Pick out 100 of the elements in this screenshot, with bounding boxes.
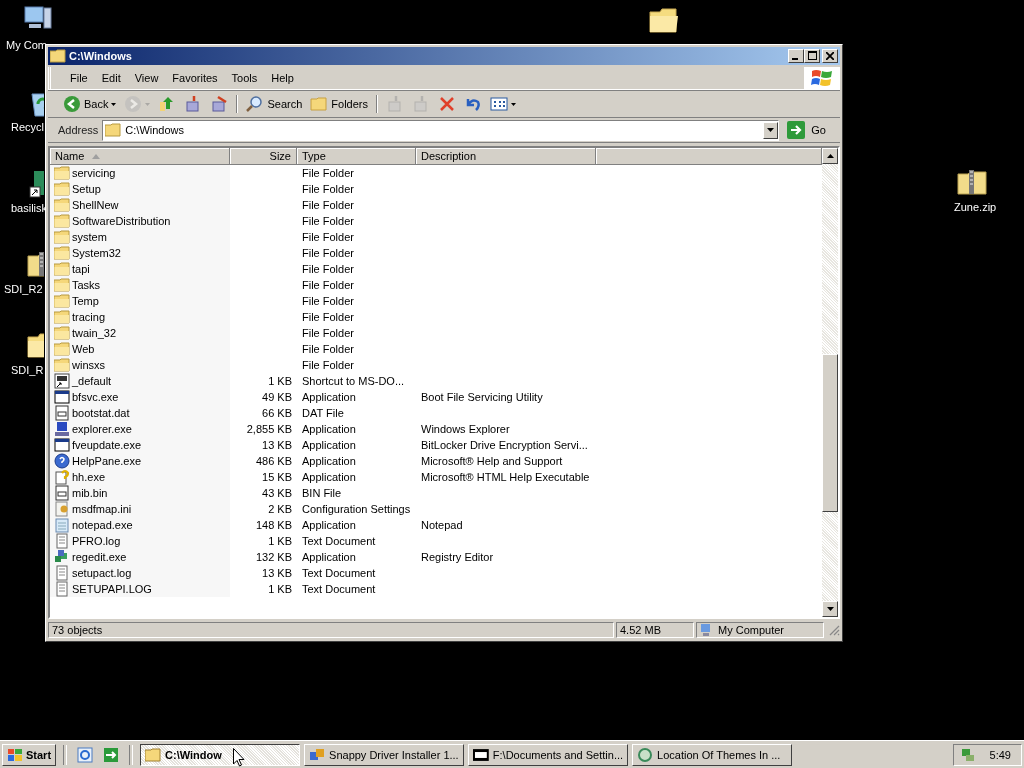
folder-icon [54, 325, 70, 341]
file-type: Application [302, 439, 356, 451]
caret-icon [145, 102, 151, 106]
minimize-button[interactable] [788, 49, 804, 63]
desktop-icon-label: SDI_R2 [4, 283, 43, 295]
taskbar-button[interactable]: Location Of Themes In ... [632, 743, 793, 766]
file-type: File Folder [302, 247, 354, 259]
column-header[interactable]: Description [416, 148, 596, 165]
puzzle-icon [309, 746, 326, 763]
file-size: 486 KB [255, 455, 292, 467]
folder-arrow-icon [210, 95, 229, 113]
file-size: 1 KB [268, 375, 292, 387]
file-name[interactable]: Setup [72, 183, 101, 195]
file-type: File Folder [302, 167, 354, 179]
file-name[interactable]: system [72, 231, 107, 243]
folder-icon [54, 357, 70, 373]
menu-item[interactable]: Tools [224, 72, 265, 84]
column-header[interactable]: Type [297, 148, 416, 165]
file-description: Microsoft® HTML Help Executable [421, 471, 590, 483]
file-size: 2,855 KB [246, 423, 292, 435]
folder-icon [50, 49, 66, 63]
file-type: File Folder [302, 215, 354, 227]
file-type: Application [302, 519, 356, 531]
menu-item[interactable]: Favorites [165, 72, 225, 84]
file-name[interactable]: tracing [72, 311, 106, 323]
file-type: Application [302, 391, 356, 403]
notepad-icon [54, 517, 70, 533]
resize-grip-icon[interactable] [828, 624, 840, 636]
folder-icon [145, 746, 162, 763]
folder-icon [310, 95, 329, 113]
file-size: 13 KB [262, 439, 292, 451]
desktop-icon-label: SDI_R [11, 364, 44, 376]
column-header[interactable]: Name [50, 148, 230, 165]
file-name[interactable]: hh.exe [72, 471, 106, 483]
taskbar-button[interactable]: F:\Documents and Settin... [468, 743, 629, 766]
file-type: Shortcut to MS-DO... [302, 375, 405, 387]
file-name[interactable]: _default [72, 375, 112, 387]
file-size: 148 KB [255, 519, 292, 531]
windows-flag-icon [7, 747, 23, 762]
address-field[interactable]: C:\Windows [102, 119, 780, 141]
file-size: 132 KB [255, 551, 292, 563]
folder-icon [54, 245, 70, 261]
caret-icon [511, 102, 516, 106]
file-type: Application [302, 455, 356, 467]
browser-icon[interactable] [77, 746, 94, 763]
desktop-icon-label: Recycl [11, 121, 44, 133]
folder-icon [54, 165, 70, 181]
folder-icon [54, 277, 70, 293]
folder-icon [54, 197, 70, 213]
file-name[interactable]: Web [72, 343, 95, 355]
archive-icon [473, 746, 489, 763]
sort-arrow-icon [92, 153, 101, 159]
delete-icon [438, 95, 456, 113]
vertical-scrollbar[interactable] [822, 148, 838, 617]
dropdown-icon [767, 128, 775, 132]
folders-button[interactable]: Folders [307, 93, 371, 115]
taskbar-button[interactable]: C:\Window [140, 743, 301, 766]
back-button[interactable]: Back [60, 93, 120, 115]
start-button[interactable]: Start [2, 743, 57, 766]
column-header[interactable]: Size [230, 148, 297, 165]
file-name[interactable]: ShellNew [72, 199, 119, 211]
maximize-button[interactable] [804, 49, 820, 63]
file-type: File Folder [302, 231, 354, 243]
folder-arrow-icon [386, 95, 404, 113]
folder-icon [54, 213, 70, 229]
menu-item[interactable]: Edit [94, 72, 128, 84]
network-icon[interactable] [959, 746, 976, 763]
file-size: 15 KB [262, 471, 292, 483]
desktop-icon-label: Zune.zip [954, 201, 997, 213]
file-name[interactable]: twain_32 [72, 327, 117, 339]
globe-icon [637, 746, 654, 763]
folder-icon [105, 123, 122, 137]
folder-icon [54, 309, 70, 325]
file-type: DAT File [302, 407, 344, 419]
scroll-thumb[interactable] [822, 354, 838, 512]
file-name[interactable]: servicing [72, 167, 116, 179]
taskbar-button[interactable]: Snappy Driver Installer 1... [304, 743, 465, 766]
menu-item[interactable]: View [127, 72, 166, 84]
down-arrow-icon [826, 607, 834, 611]
folder-arrow-icon [412, 95, 430, 113]
file-name[interactable]: winsxs [72, 359, 105, 371]
grid-icon [490, 95, 508, 113]
file-name[interactable]: Temp [72, 295, 99, 307]
search-button[interactable]: Search [243, 93, 306, 115]
up-arrow-icon [826, 154, 834, 158]
menu-item[interactable]: Help [264, 72, 301, 84]
file-name[interactable]: Tasks [72, 279, 101, 291]
file-size: 2 KB [268, 503, 292, 515]
file-type: Text Document [302, 567, 376, 579]
close-button[interactable] [822, 49, 838, 63]
file-description: Notepad [421, 519, 463, 531]
menu-item[interactable]: File [63, 72, 95, 84]
file-name[interactable]: mib.bin [72, 487, 108, 499]
file-description: Microsoft® Help and Support [421, 455, 563, 467]
file-name[interactable]: tapi [72, 263, 90, 275]
file-type: File Folder [302, 359, 354, 371]
file-name[interactable]: bfsvc.exe [72, 391, 119, 403]
go-button[interactable]: Go [783, 121, 840, 139]
file-type: Text Document [302, 583, 376, 595]
registry-cubes-icon [54, 549, 70, 565]
